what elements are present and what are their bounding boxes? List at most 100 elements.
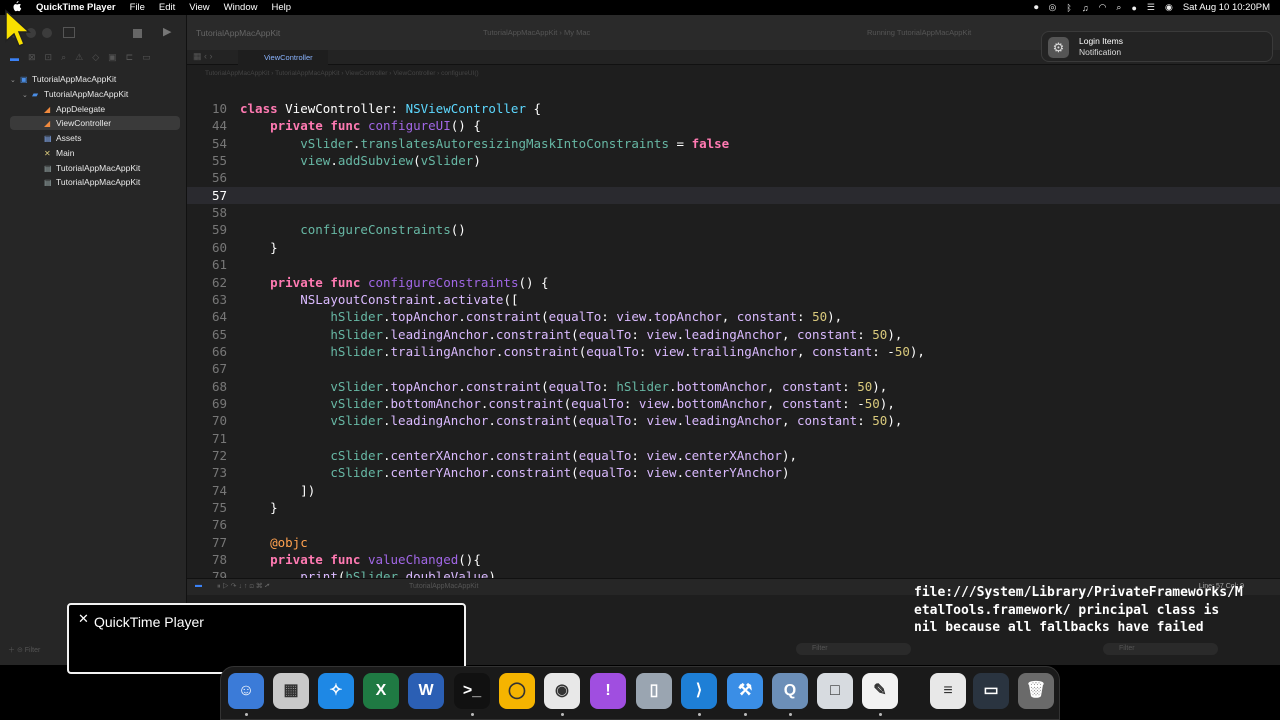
dock-simulator-icon[interactable]: ▯ <box>636 673 672 709</box>
code-line[interactable]: 10 class ViewController: NSViewController… <box>187 100 1280 117</box>
debug-navigator-icon[interactable]: ▣ <box>108 52 117 63</box>
code-line[interactable]: 62 private func configureConstraints() { <box>187 274 1280 291</box>
dock-document-icon[interactable]: ≡ <box>930 673 966 709</box>
code-line[interactable]: 60 } <box>187 239 1280 256</box>
bluetooth-icon[interactable]: ᛒ <box>1066 3 1071 13</box>
siri-icon[interactable]: ◉ <box>1165 2 1173 13</box>
source-editor[interactable]: 10 class ViewController: NSViewController… <box>187 95 1280 578</box>
dock-screen-icon[interactable]: ▭ <box>973 673 1009 709</box>
control-center-icon[interactable]: ☰ <box>1147 2 1155 13</box>
navigator-item[interactable]: ▤ TutorialAppMacAppKit <box>34 175 140 189</box>
menu-window[interactable]: Window <box>224 2 258 13</box>
dock-trash-icon[interactable]: 🗑 <box>1018 673 1054 709</box>
navigator-item[interactable]: ▤ TutorialAppMacAppKit <box>34 161 140 175</box>
search-icon[interactable]: ⌕ <box>1116 2 1121 13</box>
code-line[interactable]: 76 <box>187 516 1280 533</box>
wifi-icon[interactable]: ◠ <box>1099 2 1107 13</box>
hide-debug-area-icon[interactable]: ▬ <box>195 582 202 589</box>
code-line[interactable]: 73 cSlider.centerYAnchor.constraint(equa… <box>187 464 1280 481</box>
breakpoint-navigator-icon[interactable]: ⊏ <box>126 52 134 63</box>
test-navigator-icon[interactable]: ◇ <box>92 52 99 63</box>
code-line[interactable]: 44 private func configureUI() { <box>187 117 1280 134</box>
close-icon[interactable]: ✕ <box>78 611 89 627</box>
sidebar-toggle-icon[interactable] <box>63 27 75 38</box>
navigator-item[interactable]: ▤ Assets <box>34 131 82 145</box>
user-icon[interactable]: ● <box>1131 3 1136 13</box>
dock-safari-icon[interactable]: ✧ <box>318 673 354 709</box>
menu-help[interactable]: Help <box>271 2 291 13</box>
airdrop-icon[interactable]: ◎ <box>1049 2 1057 13</box>
code-line[interactable]: 69 vSlider.bottomAnchor.constraint(equal… <box>187 395 1280 412</box>
dock-xcode-beta-icon[interactable]: ⚒ <box>727 673 763 709</box>
code-line[interactable]: 57 <box>187 186 1280 205</box>
code-line[interactable]: 70 vSlider.leadingAnchor.constraint(equa… <box>187 412 1280 429</box>
console-filter-field[interactable]: Filter <box>1103 643 1218 655</box>
code-line[interactable]: 68 vSlider.topAnchor.constraint(equalTo:… <box>187 378 1280 395</box>
stop-button[interactable] <box>133 29 142 38</box>
dock-feedback-icon[interactable]: ! <box>590 673 626 709</box>
code-line[interactable]: 79 print(hSlider.doubleValue) <box>187 568 1280 578</box>
dock-word-icon[interactable]: W <box>408 673 444 709</box>
dock-notes-app-icon[interactable]: ◯ <box>499 673 535 709</box>
code-line[interactable]: 74 ]) <box>187 482 1280 499</box>
source-control-icon[interactable]: ⊠ <box>28 52 36 63</box>
tab-viewcontroller[interactable]: ViewController <box>238 50 328 65</box>
menu-app-name[interactable]: QuickTime Player <box>36 2 116 13</box>
disclosure-chevron-icon[interactable]: ⌄ <box>10 74 20 88</box>
navigator-item[interactable]: ✕ Main <box>34 146 74 160</box>
debug-target[interactable]: TutorialAppMacAppKit <box>409 583 478 590</box>
code-line[interactable]: 72 cSlider.centerXAnchor.constraint(equa… <box>187 447 1280 464</box>
variables-filter-field[interactable]: Filter <box>796 643 911 655</box>
dock-excel-icon[interactable]: X <box>363 673 399 709</box>
code-line[interactable]: 67 <box>187 360 1280 377</box>
code-text: private func configureConstraints() { <box>240 274 548 291</box>
bookmark-icon[interactable]: ⊡ <box>45 52 53 63</box>
notification-banner[interactable]: ⚙ Login Items Notification <box>1041 31 1273 62</box>
dock-quicktime-icon[interactable]: Q <box>772 673 808 709</box>
dock-textedit-icon[interactable]: ✎ <box>862 673 898 709</box>
code-line[interactable]: 77 @objc <box>187 534 1280 551</box>
quicktime-window[interactable]: ✕ QuickTime Player <box>67 603 466 674</box>
code-line[interactable]: 66 hSlider.trailingAnchor.constraint(equ… <box>187 343 1280 360</box>
navigator-item[interactable]: ⌄ ▰ TutorialAppMacAppKit <box>22 87 128 101</box>
project-navigator-icon[interactable]: ▬ <box>10 53 19 63</box>
dock-finder-icon[interactable]: ☺ <box>228 673 264 709</box>
clock[interactable]: Sat Aug 10 10:20PM <box>1183 2 1270 13</box>
navigator-item[interactable]: ◢ ViewController <box>10 116 180 130</box>
find-navigator-icon[interactable]: ⌕ <box>61 52 66 63</box>
code-line[interactable]: 55 view.addSubview(vSlider) <box>187 152 1280 169</box>
disclosure-chevron-icon[interactable]: ⌄ <box>22 89 32 103</box>
dock-vscode-icon[interactable]: ⟩ <box>681 673 717 709</box>
code-line[interactable]: 71 <box>187 430 1280 447</box>
project-title[interactable]: TutorialAppMacAppKit <box>196 28 280 38</box>
code-line[interactable]: 75 } <box>187 499 1280 516</box>
menu-file[interactable]: File <box>130 2 145 13</box>
code-line[interactable]: 65 hSlider.leadingAnchor.constraint(equa… <box>187 326 1280 343</box>
code-line[interactable]: 63 NSLayoutConstraint.activate([ <box>187 291 1280 308</box>
dock-preview-icon[interactable]: □ <box>817 673 853 709</box>
sound-icon[interactable]: ♫ <box>1082 3 1089 13</box>
code-line[interactable]: 78 private func valueChanged(){ <box>187 551 1280 568</box>
navigator-item[interactable]: ◢ AppDelegate <box>34 102 105 116</box>
code-line[interactable]: 59 configureConstraints() <box>187 221 1280 238</box>
code-line[interactable]: 54 vSlider.translatesAutoresizingMaskInt… <box>187 135 1280 152</box>
pause-icon[interactable]: ⏸ ▷ ↷ ↓ ↑ ⊡ ⌘ ➚ <box>217 582 270 591</box>
zoom-window-button[interactable] <box>42 28 52 38</box>
code-line[interactable]: 64 hSlider.topAnchor.constraint(equalTo:… <box>187 308 1280 325</box>
dock-chrome-icon[interactable]: ◉ <box>544 673 580 709</box>
navigator-item[interactable]: ⌄ ▣ TutorialAppMacAppKit <box>10 72 116 86</box>
code-line[interactable]: 58 <box>187 204 1280 221</box>
dock-terminal-icon[interactable]: >_ <box>454 673 490 709</box>
report-navigator-icon[interactable]: ▭ <box>142 52 151 63</box>
code-line[interactable]: 56 <box>187 169 1280 186</box>
record-stop-icon[interactable]: ⏺ <box>1034 2 1039 13</box>
jump-bar[interactable]: TutorialAppMacAppKit › TutorialAppMacApp… <box>187 67 1280 80</box>
menu-view[interactable]: View <box>189 2 209 13</box>
menu-edit[interactable]: Edit <box>159 2 175 13</box>
run-button[interactable]: ▶ <box>163 25 171 38</box>
scheme-selector[interactable]: TutorialAppMacAppKit › My Mac <box>483 28 590 37</box>
issue-navigator-icon[interactable]: ⚠ <box>75 52 83 63</box>
code-line[interactable]: 61 <box>187 256 1280 273</box>
back-forward-icon[interactable]: ▦ ‹ › <box>193 51 213 62</box>
dock-launchpad-icon[interactable]: ▦ <box>273 673 309 709</box>
